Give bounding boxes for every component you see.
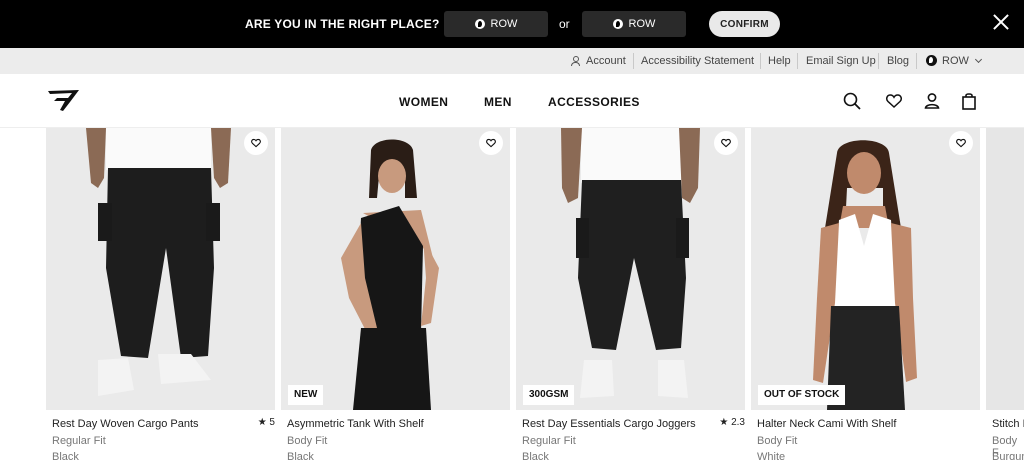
chevron-down-icon bbox=[974, 55, 982, 64]
product-fit: Regular Fit bbox=[522, 435, 576, 447]
add-to-wishlist-button[interactable] bbox=[479, 131, 503, 155]
account-link[interactable]: Account bbox=[571, 48, 626, 74]
account-label: Account bbox=[586, 55, 626, 67]
product-rating: ★ 2.3 bbox=[719, 417, 745, 428]
account-icon[interactable] bbox=[922, 91, 942, 111]
site-header: WOMEN MEN ACCESSORIES bbox=[0, 74, 1024, 128]
brand-logo-icon[interactable] bbox=[46, 87, 80, 113]
or-separator: or bbox=[559, 17, 570, 31]
heart-icon bbox=[486, 138, 496, 148]
product-photo-asymmetric-tank bbox=[281, 128, 510, 410]
product-color: Black bbox=[287, 451, 314, 463]
product-grid: Rest Day Woven Cargo Pants ★ 5 Regular F… bbox=[0, 128, 1024, 463]
product-photo-cargo-pants bbox=[46, 128, 275, 410]
product-rating: ★ 5 bbox=[257, 417, 275, 428]
product-color: Black bbox=[52, 451, 79, 463]
product-photo-cargo-joggers bbox=[516, 128, 745, 410]
heart-icon bbox=[956, 138, 966, 148]
heart-icon bbox=[251, 138, 261, 148]
close-icon[interactable] bbox=[990, 11, 1012, 33]
product-name[interactable]: Rest Day Essentials Cargo Joggers bbox=[522, 418, 696, 430]
product-fit: Body Fit bbox=[757, 435, 798, 447]
globe-icon bbox=[926, 55, 937, 66]
product-image[interactable] bbox=[986, 128, 1024, 410]
product-color: Burgun bbox=[992, 451, 1024, 460]
divider bbox=[760, 53, 761, 69]
blog-link[interactable]: Blog bbox=[887, 48, 909, 74]
nav-men[interactable]: MEN bbox=[484, 95, 512, 109]
globe-icon bbox=[474, 19, 485, 29]
region-selector[interactable]: ROW bbox=[926, 48, 982, 74]
product-badge: NEW bbox=[288, 385, 324, 405]
product-photo-halter-cami bbox=[751, 128, 980, 410]
region-option-label: ROW bbox=[490, 18, 518, 30]
accessibility-link[interactable]: Accessibility Statement bbox=[641, 48, 754, 74]
utility-bar: Account Accessibility Statement Help Ema… bbox=[0, 48, 1024, 74]
product-card[interactable]: 300GSM Rest Day Essentials Cargo Joggers… bbox=[516, 128, 745, 463]
product-name[interactable]: Stitch F bbox=[992, 418, 1024, 430]
product-badge: 300GSM bbox=[523, 385, 575, 405]
nav-women[interactable]: WOMEN bbox=[399, 95, 448, 109]
product-name[interactable]: Rest Day Woven Cargo Pants bbox=[52, 418, 199, 430]
divider bbox=[797, 53, 798, 69]
shopping-bag-icon[interactable] bbox=[959, 91, 979, 111]
product-photo-partial bbox=[986, 128, 1024, 410]
product-image[interactable]: OUT OF STOCK bbox=[751, 128, 980, 410]
product-image[interactable]: NEW bbox=[281, 128, 510, 410]
product-card[interactable]: OUT OF STOCK Halter Neck Cami With Shelf… bbox=[751, 128, 980, 463]
region-option-button[interactable]: ROW bbox=[444, 11, 548, 37]
product-name[interactable]: Asymmetric Tank With Shelf bbox=[287, 418, 424, 430]
product-image[interactable] bbox=[46, 128, 275, 410]
email-signup-link[interactable]: Email Sign Up bbox=[806, 48, 876, 74]
product-fit: Body Fit bbox=[287, 435, 328, 447]
region-label: ROW bbox=[942, 55, 969, 67]
heart-icon bbox=[721, 138, 731, 148]
region-banner: ARE YOU IN THE RIGHT PLACE? ROW or ROW C… bbox=[0, 0, 1024, 48]
product-image[interactable]: 300GSM bbox=[516, 128, 745, 410]
product-card[interactable]: Stitch F Body F Burgun bbox=[986, 128, 1024, 460]
divider bbox=[878, 53, 879, 69]
region-option-label: ROW bbox=[628, 18, 656, 30]
divider bbox=[633, 53, 634, 69]
region-question: ARE YOU IN THE RIGHT PLACE? bbox=[245, 17, 440, 31]
region-option-button-alt[interactable]: ROW bbox=[582, 11, 686, 37]
add-to-wishlist-button[interactable] bbox=[949, 131, 973, 155]
product-color: Black bbox=[522, 451, 549, 463]
nav-accessories[interactable]: ACCESSORIES bbox=[548, 95, 640, 109]
product-color: White bbox=[757, 451, 786, 463]
product-card[interactable]: NEW Asymmetric Tank With Shelf Body Fit … bbox=[281, 128, 510, 463]
product-badge: OUT OF STOCK bbox=[758, 385, 846, 405]
help-link[interactable]: Help bbox=[768, 48, 791, 74]
globe-icon bbox=[612, 19, 623, 29]
divider bbox=[916, 53, 917, 69]
product-fit: Regular Fit bbox=[52, 435, 106, 447]
add-to-wishlist-button[interactable] bbox=[714, 131, 738, 155]
confirm-button[interactable]: CONFIRM bbox=[709, 11, 780, 37]
search-icon[interactable] bbox=[842, 91, 862, 111]
add-to-wishlist-button[interactable] bbox=[244, 131, 268, 155]
account-icon bbox=[571, 56, 580, 66]
wishlist-heart-icon[interactable] bbox=[884, 91, 904, 111]
product-card[interactable]: Rest Day Woven Cargo Pants ★ 5 Regular F… bbox=[46, 128, 275, 463]
product-name[interactable]: Halter Neck Cami With Shelf bbox=[757, 418, 896, 430]
